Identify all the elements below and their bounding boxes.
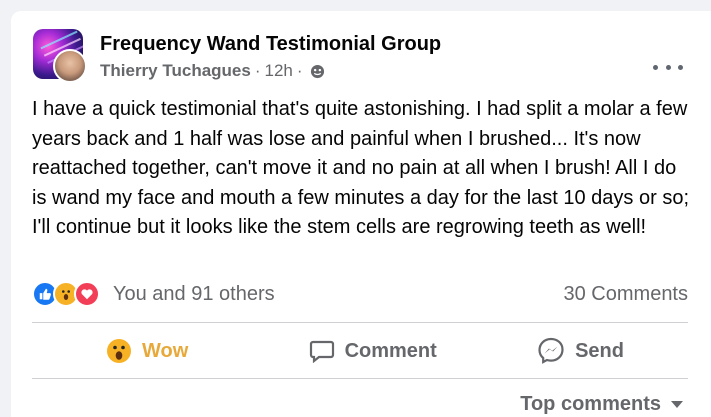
dot-icon (665, 64, 671, 70)
post-body-text: I have a quick testimonial that's quite … (32, 98, 690, 238)
send-button[interactable]: Send (537, 337, 624, 365)
comments-sort-label: Top comments (520, 393, 661, 415)
comments-count-link[interactable]: 30 Comments (564, 283, 689, 306)
meta-separator: · (296, 61, 303, 80)
group-name-link[interactable]: Frequency Wand Testimonial Group (100, 33, 441, 56)
wow-reaction-button[interactable]: Wow (106, 338, 188, 364)
love-icon (74, 281, 100, 307)
more-options-button[interactable] (653, 57, 683, 77)
post-meta: Thierry Tuchagues · 12h · (100, 61, 325, 81)
dot-icon (678, 64, 683, 70)
post-header: Frequency Wand Testimonial Group Thierry… (33, 29, 711, 89)
wow-emoji-icon (107, 339, 131, 363)
post-actions: Wow Comment Send (32, 325, 688, 377)
author-name-link[interactable]: Thierry Tuchagues (100, 61, 251, 81)
comment-button[interactable]: Comment (309, 339, 437, 363)
divider (32, 322, 688, 323)
post-card: Frequency Wand Testimonial Group Thierry… (11, 11, 711, 417)
globe-icon[interactable] (310, 64, 325, 79)
messenger-icon (538, 337, 564, 364)
reactions-summary: You and 91 others 30 Comments (32, 279, 688, 309)
post-timestamp[interactable]: 12h (265, 61, 293, 81)
reactions-count[interactable]: You and 91 others (113, 283, 275, 306)
comment-label: Comment (344, 339, 437, 362)
send-label: Send (575, 339, 624, 362)
dot-icon (653, 64, 658, 70)
comment-bubble-icon (309, 340, 334, 363)
wow-label: Wow (142, 339, 189, 362)
reaction-icons[interactable] (32, 281, 100, 307)
comments-sort-dropdown[interactable]: Top comments (520, 393, 683, 416)
caret-down-icon (671, 401, 683, 408)
user-avatar[interactable] (53, 49, 87, 83)
divider (32, 378, 688, 379)
meta-separator: · (254, 61, 261, 80)
